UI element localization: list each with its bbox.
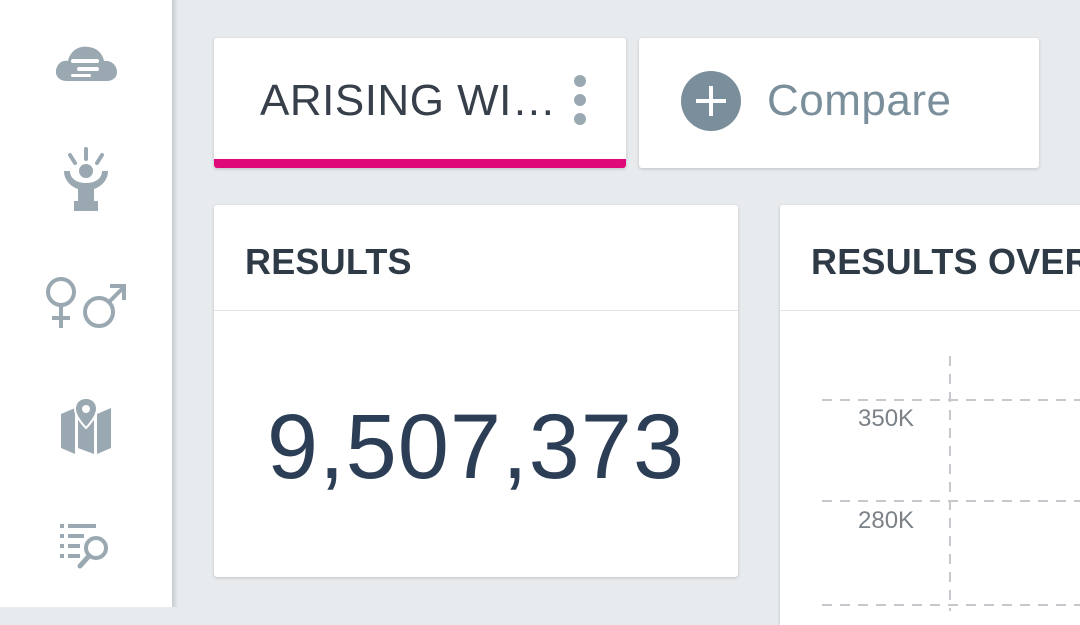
cloud-icon	[55, 46, 117, 81]
results-title: RESULTS	[245, 241, 412, 282]
sidebar	[0, 0, 172, 607]
compare-label: Compare	[767, 76, 952, 125]
person-highlight-icon	[64, 147, 108, 211]
sidebar-item-persona[interactable]	[44, 140, 128, 220]
results-over-title: RESULTS OVER	[811, 241, 1080, 282]
results-over-card-header: RESULTS OVER	[780, 205, 1080, 311]
add-circle-icon	[681, 71, 741, 131]
more-options-icon[interactable]	[560, 73, 600, 133]
list-search-icon	[60, 524, 108, 569]
compare-button[interactable]: Compare	[681, 71, 951, 131]
sidebar-item-search-list[interactable]	[44, 505, 128, 585]
sidebar-shadow	[172, 0, 178, 607]
compare-tab[interactable]: Compare	[639, 38, 1039, 168]
sidebar-item-map[interactable]	[44, 386, 128, 466]
gender-icon	[46, 277, 126, 328]
y-tick-label: 350K	[858, 405, 914, 432]
results-value: 9,507,373	[266, 396, 686, 498]
results-over-chart: 350K 280K	[822, 356, 1080, 611]
results-over-card: RESULTS OVER 350K 280K	[780, 205, 1080, 625]
tab-label: ARISING WI…	[260, 76, 557, 125]
sidebar-item-cloud[interactable]	[44, 22, 128, 102]
active-tab-indicator	[214, 159, 626, 168]
y-tick-label: 280K	[858, 507, 914, 534]
map-pin-icon	[61, 398, 111, 454]
sidebar-item-gender[interactable]	[44, 262, 128, 342]
results-card: RESULTS 9,507,373	[214, 205, 738, 577]
results-card-header: RESULTS	[214, 205, 738, 311]
